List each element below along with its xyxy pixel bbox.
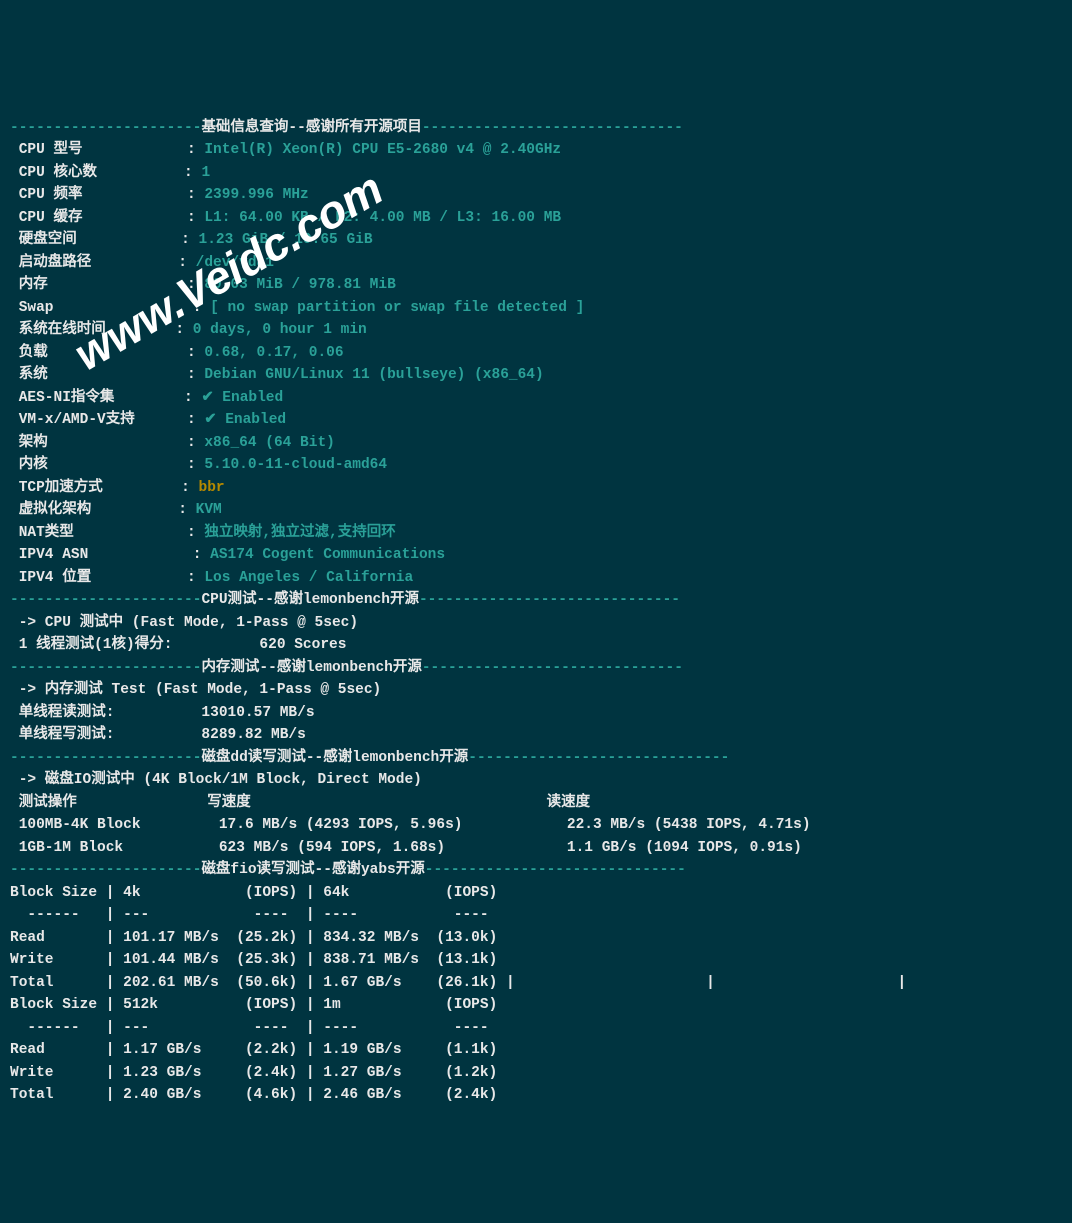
terminal-output: ----------------------基础信息查询--感谢所有开源项目--… — [10, 117, 1062, 1107]
